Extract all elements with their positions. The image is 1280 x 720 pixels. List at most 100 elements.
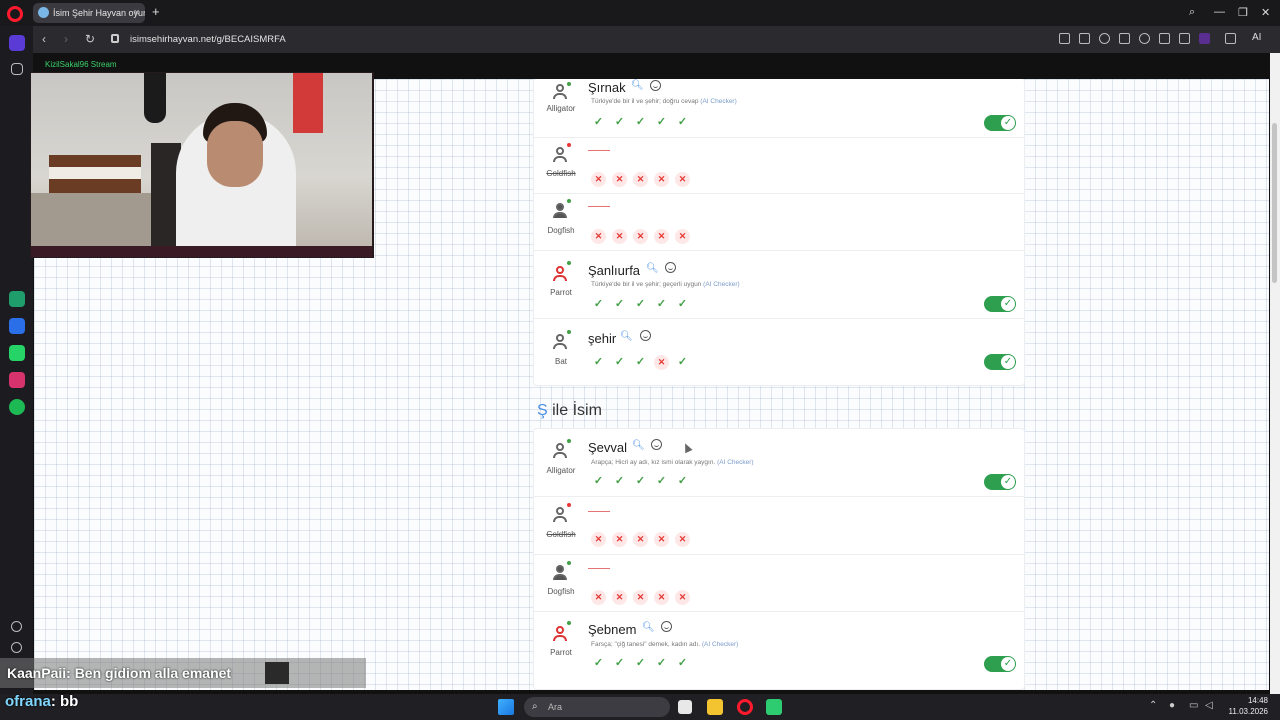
vote-check-icon: ✓ [593,298,604,310]
network-icon[interactable]: ▭ [1189,700,1198,711]
taskbar-search[interactable]: ⌕ Ara [524,697,670,717]
home-icon[interactable] [9,35,25,51]
search-tabs-icon[interactable]: ⌕ [1189,6,1195,19]
player-name: Parrot [550,648,572,657]
page-scrollbar[interactable] [1270,53,1280,694]
clock-time: 14:48 [1247,696,1268,705]
scrollbar-thumb[interactable] [1272,123,1277,283]
reload-icon[interactable]: ↻ [85,32,95,46]
sehir-card: Alligator Şırnak 🔍︎ Türkiye'de bir il ve… [534,79,1024,385]
react-icon[interactable] [651,439,662,450]
lock-icon [111,34,119,43]
folder-icon[interactable] [707,699,723,715]
vote-cross-icon: ✕ [612,229,627,244]
tab-active[interactable]: İsim Şehir Hayvan oyunu ✕ [33,3,145,23]
offline-dot [567,143,571,147]
url-field[interactable]: isimsehirhayvan.net/g/BECAISMRFA [130,34,286,45]
react-icon[interactable] [665,262,676,273]
instagram-icon[interactable] [9,372,25,388]
cube-icon[interactable] [1225,33,1236,44]
search-answer-icon[interactable]: 🔍︎ [642,622,655,633]
vote-cross-icon: ✕ [654,229,669,244]
tray-chevron-icon[interactable]: ⌃ [1149,700,1157,711]
diamond-icon[interactable] [11,63,23,75]
whatsapp-icon[interactable] [9,345,25,361]
search-answer-icon[interactable]: 🔍︎ [646,263,659,274]
result-row: Parrot Şebnem 🔍︎ Farsça; "çiğ tanesi" de… [534,612,1024,689]
menu-icon[interactable] [1179,33,1190,44]
history-icon[interactable] [11,642,22,653]
search-icon: ⌕ [532,701,538,712]
accept-toggle[interactable] [984,656,1016,672]
play-icon[interactable] [1119,33,1130,44]
vote-check-icon: ✓ [635,116,646,128]
isim-card: Alligator Şevval 🔍︎ Arapça; Hicri ay adı… [534,429,1024,689]
heart-icon[interactable] [1139,33,1150,44]
online-dot [567,82,571,86]
ai-button[interactable]: AI [1252,32,1261,43]
windows-start-icon[interactable] [498,699,514,715]
accept-toggle[interactable] [984,296,1016,312]
vote-cross-icon: ✕ [591,229,606,244]
search-answer-icon[interactable]: 🔍︎ [632,440,645,451]
player-name: Alligator [546,104,576,113]
answer-note: Türkiye'de bir il ve şehir; doğru cevap … [591,98,737,105]
react-icon[interactable] [661,621,672,632]
vote-check-icon: ✓ [593,657,604,669]
answer-note: Arapça; Hicri ay adı, kız ismi olarak ya… [591,459,754,466]
volume-icon[interactable]: ◁ [1205,700,1213,711]
opera-logo-icon[interactable] [7,6,23,22]
store-icon[interactable] [678,700,692,714]
vote-check-icon: ✓ [614,657,625,669]
vote-check-icon: ✓ [656,116,667,128]
search-answer-icon[interactable]: 🔍︎ [631,80,644,91]
tab-close-icon[interactable]: ✕ [133,8,140,17]
new-tab-icon[interactable]: + [152,4,160,19]
forward-icon[interactable]: › [64,32,68,46]
accept-toggle[interactable] [984,354,1016,370]
section-category: ile İsim [552,402,602,419]
chat-message: ofrana: bb [5,693,78,710]
answer-text: Şırnak [588,80,626,95]
accept-toggle[interactable] [984,474,1016,490]
mic-icon[interactable]: ● [1169,700,1175,711]
react-icon[interactable] [640,330,651,341]
app-taskbar-icon[interactable] [766,699,782,715]
opera-taskbar-icon[interactable] [737,699,753,715]
shield-icon[interactable] [1099,33,1110,44]
vote-check-icon: ✓ [677,657,688,669]
extension-icon[interactable] [1199,33,1210,44]
search-answer-icon[interactable]: 🔍︎ [620,331,633,342]
vote-check-icon: ✓ [635,657,646,669]
online-dot [567,330,571,334]
react-icon[interactable] [650,80,661,91]
vote-check-icon: ✓ [593,356,604,368]
player-name: Dogfish [547,226,575,235]
spotify-icon[interactable] [9,399,25,415]
vote-cross-icon: ✕ [675,172,690,187]
vote-cross-icon: ✕ [633,590,648,605]
maximize-icon[interactable]: ❐ [1238,6,1248,19]
tab-bar: İsim Şehir Hayvan oyunu ✕ + ⌕ — ❐ ✕ [0,0,1280,26]
empty-answer [588,568,610,569]
answer-text: Şanlıurfa [588,263,641,278]
messenger-icon[interactable] [9,318,25,334]
player-avatar-icon [552,333,568,349]
edit-icon[interactable] [1059,33,1070,44]
close-window-icon[interactable]: ✕ [1261,6,1270,19]
download-icon[interactable] [1159,33,1170,44]
result-row: Parrot Şanlıurfa 🔍︎ Türkiye'de bir il ve… [534,251,1024,318]
chatgpt-icon[interactable] [9,291,25,307]
vote-cross-icon: ✕ [591,172,606,187]
browser-sidebar [0,26,33,694]
result-row: Alligator Şırnak 🔍︎ Türkiye'de bir il ve… [534,79,1024,137]
chat-text: : Ben gidiom alla emanet [66,665,232,681]
result-row: Goldfish ✕ ✕ ✕ ✕ ✕ [534,497,1024,554]
online-dot [567,261,571,265]
accept-toggle[interactable] [984,115,1016,131]
back-icon[interactable]: ‹ [42,32,46,46]
camera-icon[interactable] [1079,33,1090,44]
minimize-icon[interactable]: — [1214,6,1225,18]
clock[interactable]: 14:48 11.03.2026 [1222,695,1268,717]
heart-sidebar-icon[interactable] [11,621,22,632]
